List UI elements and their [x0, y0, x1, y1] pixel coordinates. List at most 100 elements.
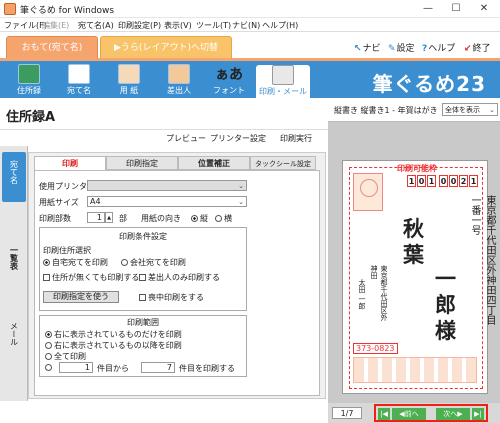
- range-from-input[interactable]: 1: [59, 362, 93, 373]
- menu-print-settings[interactable]: 印刷設定(P): [118, 20, 161, 31]
- tool-address-book-label: 住所録: [17, 86, 41, 95]
- preview-navigation: |◀ ◀前へ 次へ▶ ▶|: [374, 404, 488, 422]
- check-sender-only[interactable]: 差出人のみ印刷する: [139, 272, 220, 283]
- sender-icon: [168, 64, 190, 84]
- zip-digit: 0: [449, 175, 458, 187]
- range-shown-only-label: 右に表示されているものだけを印刷: [54, 330, 182, 339]
- view-select[interactable]: 全体を表示 ⌄: [442, 103, 498, 116]
- menu-tools[interactable]: ツール(T): [196, 20, 231, 31]
- tool-sender[interactable]: 差出人: [156, 64, 202, 100]
- sender-address: 東京都千代田区外神田: [370, 265, 388, 321]
- print-form: 使用プリンター ⌄ 用紙サイズ A4 ⌄ 印刷部数 1 ▲ 部 用紙の向き 縦 横…: [34, 170, 320, 396]
- tab-print-spec[interactable]: 印刷指定: [106, 156, 178, 170]
- name-char: 様: [435, 319, 456, 343]
- preview-link[interactable]: プレビュー: [166, 133, 206, 144]
- left-header: 住所録A: [0, 98, 328, 130]
- tab-print[interactable]: 印刷: [34, 156, 106, 170]
- settings-label: 設定: [396, 44, 415, 54]
- copies-stepper[interactable]: ▲: [105, 212, 113, 223]
- printer-icon: [272, 65, 294, 85]
- printer-select[interactable]: ⌄: [87, 180, 247, 191]
- menu-edit[interactable]: 編集(E): [42, 20, 69, 31]
- check-mourning[interactable]: 喪中印刷をする: [139, 292, 204, 303]
- navi-link[interactable]: ↖ナビ: [354, 41, 381, 54]
- menu-file[interactable]: ファイル(F): [4, 20, 47, 31]
- tool-paper[interactable]: 用 紙: [106, 64, 152, 100]
- side-tab-mail[interactable]: メール: [2, 322, 26, 362]
- range-to-input[interactable]: 7: [141, 362, 175, 373]
- range-all[interactable]: 全て印刷: [45, 351, 86, 362]
- side-tab-list[interactable]: 一覧表: [2, 246, 26, 286]
- switch-to-back-button[interactable]: ▶うら(レイアウト)へ切替: [100, 36, 232, 58]
- check-no-address[interactable]: 住所が無くても印刷する: [43, 272, 139, 283]
- address-select-label: 印刷住所選択: [43, 246, 91, 255]
- orientation-portrait-label: 縦: [200, 214, 208, 223]
- action-links: プレビュー プリンター設定 印刷実行: [0, 132, 328, 146]
- zip-digit: 0: [417, 175, 426, 187]
- copies-input[interactable]: 1: [87, 212, 105, 223]
- close-button[interactable]: ✕: [470, 0, 498, 18]
- exit-link[interactable]: ↙終了: [464, 41, 491, 54]
- tab-tack-seal[interactable]: タックシール設定: [250, 156, 316, 170]
- conditions-title: 印刷条件設定: [119, 232, 167, 241]
- range-all-label: 全て印刷: [54, 352, 86, 361]
- help-link[interactable]: ?ヘルプ: [422, 41, 455, 54]
- tool-font[interactable]: ぁあ フォント: [206, 64, 252, 100]
- last-page-button[interactable]: ▶|: [472, 408, 484, 420]
- settings-link[interactable]: ✎設定: [388, 41, 415, 54]
- print-spec-button[interactable]: 印刷指定を使う: [43, 291, 119, 303]
- paper-size-select[interactable]: A4 ⌄: [87, 196, 247, 207]
- orientation-portrait[interactable]: 縦: [191, 213, 208, 224]
- radio-company-label: 会社宛てを印刷: [130, 258, 186, 267]
- zip-digit: 1: [407, 175, 416, 187]
- radio-company-address[interactable]: 会社宛てを印刷: [121, 257, 186, 268]
- radio-icon: [45, 331, 52, 338]
- title-bar: 筆ぐるめ for Windows — ☐ ✕: [0, 0, 500, 18]
- copies-label: 印刷部数: [39, 214, 71, 223]
- paper-size-label: 用紙サイズ: [39, 198, 79, 207]
- check-no-address-label: 住所が無くても印刷する: [52, 273, 140, 282]
- print-run-link[interactable]: 印刷実行: [280, 133, 312, 144]
- navi-label: ナビ: [362, 44, 381, 54]
- range-shown-only[interactable]: 右に表示されているものだけを印刷: [45, 329, 182, 340]
- printable-label: 印刷可能枠: [397, 164, 437, 173]
- postcard-preview[interactable]: 印刷可能枠 1010021 東京都千代田区外神田四丁目一番一号 秋 葉 一 郎 …: [342, 160, 495, 394]
- radio-icon: [45, 353, 52, 360]
- help-icon: ?: [422, 44, 428, 54]
- menu-navi[interactable]: ナビ(N): [232, 20, 260, 31]
- stamp-icon: [353, 173, 383, 211]
- wrench-icon: ✎: [388, 44, 396, 54]
- tool-addressee[interactable]: 宛て名: [56, 64, 102, 100]
- page-title: 住所録A: [6, 110, 56, 125]
- range-custom[interactable]: [45, 363, 54, 372]
- radio-icon: [45, 364, 52, 371]
- maximize-button[interactable]: ☐: [442, 0, 470, 18]
- prev-label: 前へ: [404, 410, 419, 418]
- orientation-landscape[interactable]: 横: [215, 213, 232, 224]
- menu-help[interactable]: ヘルプ(H): [262, 20, 298, 31]
- view-select-value: 全体を表示: [445, 106, 480, 114]
- side-tab-mail-label: メール: [9, 322, 19, 346]
- side-tab-list-label: 一覧表: [9, 246, 19, 270]
- lottery-number-area: [353, 357, 477, 383]
- next-page-button[interactable]: 次へ▶: [436, 408, 470, 420]
- tool-print-mail[interactable]: 印刷・メール: [256, 65, 310, 101]
- recipient-address: 東京都千代田区外神田四丁目一番一号: [469, 195, 495, 325]
- tab-position[interactable]: 位置補正: [178, 156, 250, 170]
- checkbox-icon: [139, 294, 146, 301]
- zip-digit: 2: [459, 175, 468, 187]
- range-shown-after[interactable]: 右に表示されているもの以降を印刷: [45, 340, 182, 351]
- first-page-button[interactable]: |◀: [378, 408, 390, 420]
- mode-front-tab[interactable]: おもて(宛て名): [6, 36, 98, 58]
- side-tab-address[interactable]: 宛て名: [2, 152, 26, 202]
- first-page-icon: |◀: [380, 410, 388, 418]
- menu-view[interactable]: 表示(V): [164, 20, 192, 31]
- printer-settings-link[interactable]: プリンター設定: [210, 133, 266, 144]
- menu-address[interactable]: 宛て名(A): [78, 20, 114, 31]
- prev-page-button[interactable]: ◀前へ: [392, 408, 426, 420]
- radio-home-address[interactable]: 自宅宛てを印刷: [43, 257, 108, 268]
- brand-logo: 筆ぐるめ23: [372, 72, 486, 96]
- tool-address-book[interactable]: 住所録: [6, 64, 52, 100]
- minimize-button[interactable]: —: [414, 0, 442, 18]
- preview-header: 縦書き 縦書き1 - 年賀はがき 全体を表示 ⌄: [328, 98, 500, 122]
